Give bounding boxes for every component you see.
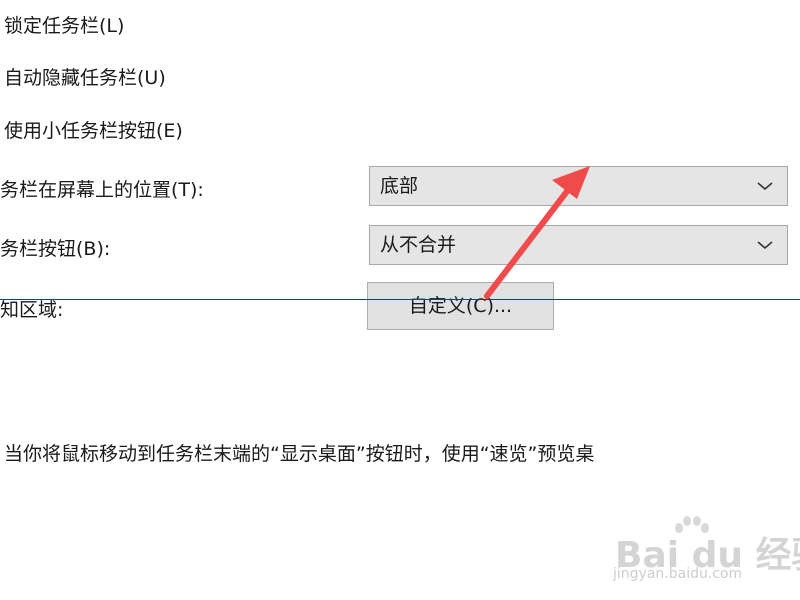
taskbar-settings-page: 锁定任务栏(L) 自动隐藏任务栏(U) 使用小任务栏按钮(E) 务栏在屏幕上的位…	[0, 0, 800, 600]
lock-taskbar-option[interactable]: 锁定任务栏(L)	[4, 15, 124, 37]
notification-area-label: 知区域:	[0, 299, 64, 321]
peek-description: 当你将鼠标移动到任务栏末端的“显示桌面”按钮时，使用“速览”预览桌	[4, 443, 595, 465]
chevron-down-icon	[757, 241, 773, 250]
small-taskbar-buttons-option[interactable]: 使用小任务栏按钮(E)	[4, 120, 183, 142]
taskbar-position-value: 底部	[380, 175, 419, 197]
taskbar-buttons-label: 务栏按钮(B):	[0, 238, 111, 260]
customize-button[interactable]: 自定义(C)...	[367, 282, 554, 330]
chevron-down-icon	[757, 182, 773, 191]
taskbar-position-label: 务栏在屏幕上的位置(T):	[0, 179, 204, 201]
auto-hide-taskbar-option[interactable]: 自动隐藏任务栏(U)	[4, 67, 166, 89]
annotation-line	[0, 299, 800, 300]
taskbar-position-select[interactable]: 底部	[369, 166, 788, 206]
watermark-logo: Bai du 经验 jingyan.baidu.com	[605, 512, 800, 592]
watermark-url: jingyan.baidu.com	[613, 566, 743, 582]
taskbar-buttons-select[interactable]: 从不合并	[369, 225, 788, 265]
taskbar-buttons-value: 从不合并	[380, 234, 457, 256]
